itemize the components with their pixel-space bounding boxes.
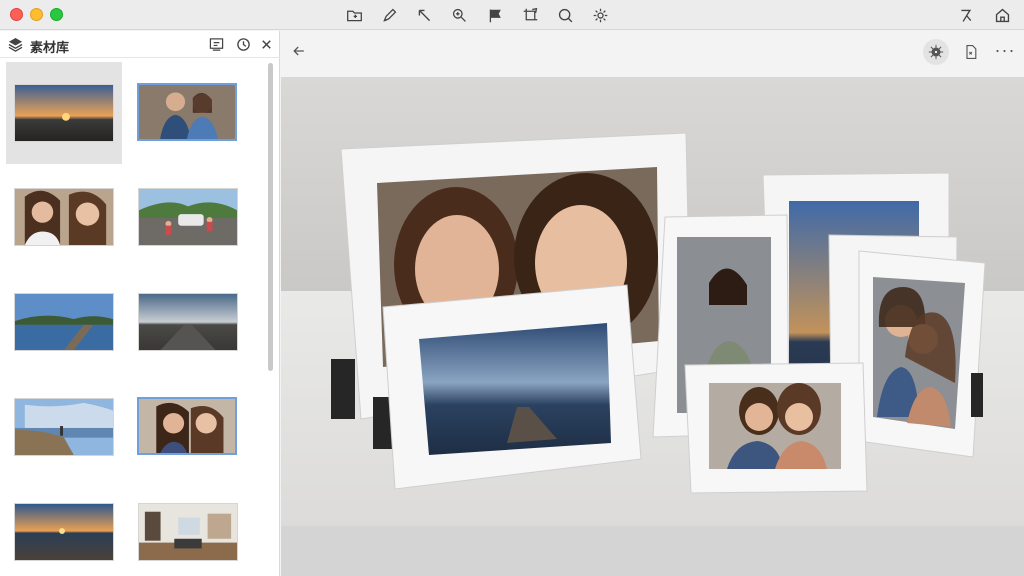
folder-icon[interactable] (344, 5, 364, 25)
settings-gear-icon[interactable] (923, 39, 949, 65)
thumbnail-couple-portrait[interactable] (137, 83, 237, 141)
close-window-button[interactable] (10, 8, 23, 21)
main-toolbar: ··· (281, 31, 1024, 77)
title-bar (0, 0, 1024, 30)
zoom-icon[interactable] (449, 5, 469, 25)
thumbnail-sunset-beach[interactable] (14, 84, 114, 142)
thumbnail-road-trip-car[interactable] (138, 188, 238, 246)
history-icon[interactable] (235, 36, 252, 53)
export-icon[interactable] (958, 39, 984, 65)
pen-icon[interactable] (379, 5, 399, 25)
more-icon[interactable]: ··· (992, 39, 1018, 65)
crop-icon[interactable] (520, 5, 540, 25)
minimize-window-button[interactable] (30, 8, 43, 21)
slideshow-icon[interactable] (208, 36, 225, 53)
app-window: 素材库 ··· (0, 0, 1024, 576)
preview-image (281, 77, 1024, 526)
gear-icon[interactable] (590, 5, 610, 25)
layers-icon (8, 37, 23, 52)
photo-canvas[interactable] (281, 77, 1024, 526)
asset-library-panel: 素材库 (0, 31, 280, 576)
panel-header: 素材库 (0, 31, 280, 58)
canvas-footer (281, 526, 1024, 576)
back-arrow-icon[interactable] (289, 41, 309, 61)
flag-icon[interactable] (485, 5, 505, 25)
search-icon[interactable] (555, 5, 575, 25)
close-icon[interactable] (258, 36, 275, 53)
thumbnail-open-road[interactable] (138, 293, 238, 351)
thumbnail-coastal-walk[interactable] (14, 398, 114, 456)
arrow-pointer-icon[interactable] (414, 5, 434, 25)
home-icon[interactable] (992, 5, 1012, 25)
panel-title: 素材库 (30, 40, 70, 55)
thumbnail-friends-selfie[interactable] (137, 397, 237, 455)
zoom-window-button[interactable] (50, 8, 63, 21)
thumbnail-living-room[interactable] (138, 503, 238, 561)
thumbnail-ocean-sunset[interactable] (14, 503, 114, 561)
thumbnail-two-women-selfie[interactable] (14, 188, 114, 246)
magic-icon[interactable] (956, 5, 976, 25)
thumbnail-lake-reflection[interactable] (14, 293, 114, 351)
main-view: ··· (281, 31, 1024, 576)
scrollbar-thumb[interactable] (268, 63, 273, 371)
